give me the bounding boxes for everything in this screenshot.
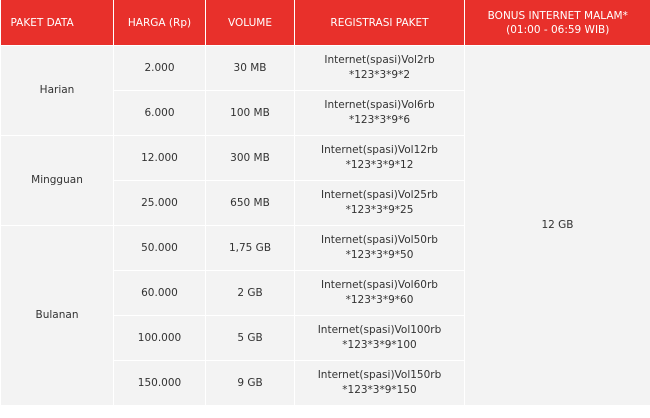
group-harian: Harian — [0, 45, 114, 136]
header-volume: VOLUME — [205, 0, 295, 46]
table-row: Harian 2.000 30 MB Internet(spasi)Vol2rb… — [0, 45, 650, 406]
volume-cell: 300 MB — [205, 135, 295, 181]
registrasi-ussd: *123*3*9*50 — [345, 249, 414, 261]
volume-cell: 30 MB — [205, 45, 295, 91]
registrasi-cell: Internet(spasi)Vol12rb *123*3*9*12 — [294, 135, 465, 181]
harga-cell: 150.000 — [113, 360, 206, 406]
header-bonus-time: (01:00 - 06:59 WIB) — [506, 23, 610, 36]
registrasi-cell: Internet(spasi)Vol2rb *123*3*9*2 — [294, 45, 465, 91]
registrasi-ussd: *123*3*9*12 — [345, 159, 414, 171]
harga-cell: 6.000 — [113, 90, 206, 136]
registrasi-cell: Internet(spasi)Vol60rb *123*3*9*60 — [294, 270, 465, 316]
volume-cell: 650 MB — [205, 180, 295, 226]
volume-cell: 9 GB — [205, 360, 295, 406]
header-harga: HARGA (Rp) — [113, 0, 206, 46]
header-bonus: BONUS INTERNET MALAM* (01:00 - 06:59 WIB… — [464, 0, 650, 46]
bonus-cell: 12 GB — [464, 45, 650, 406]
registrasi-cell: Internet(spasi)Vol100rb *123*3*9*100 — [294, 315, 465, 361]
registrasi-sms: Internet(spasi)Vol150rb — [317, 369, 442, 381]
harga-cell: 25.000 — [113, 180, 206, 226]
group-mingguan: Mingguan — [0, 135, 114, 226]
header-row: PAKET DATA HARGA (Rp) VOLUME REGISTRASI … — [0, 0, 650, 46]
header-registrasi: REGISTRASI PAKET — [294, 0, 465, 46]
harga-cell: 50.000 — [113, 225, 206, 271]
harga-cell: 2.000 — [113, 45, 206, 91]
harga-cell: 100.000 — [113, 315, 206, 361]
registrasi-sms: Internet(spasi)Vol12rb — [321, 144, 438, 156]
registrasi-sms: Internet(spasi)Vol60rb — [321, 279, 438, 291]
registrasi-cell: Internet(spasi)Vol6rb *123*3*9*6 — [294, 90, 465, 136]
registrasi-cell: Internet(spasi)Vol25rb *123*3*9*25 — [294, 180, 465, 226]
volume-cell: 2 GB — [205, 270, 295, 316]
registrasi-cell: Internet(spasi)Vol150rb *123*3*9*150 — [294, 360, 465, 406]
group-bulanan: Bulanan — [0, 225, 114, 406]
registrasi-sms: Internet(spasi)Vol6rb — [324, 99, 435, 111]
registrasi-ussd: *123*3*9*100 — [342, 339, 417, 351]
registrasi-sms: Internet(spasi)Vol25rb — [321, 189, 438, 201]
harga-cell: 60.000 — [113, 270, 206, 316]
registrasi-ussd: *123*3*9*150 — [342, 384, 417, 396]
volume-cell: 5 GB — [205, 315, 295, 361]
volume-cell: 1,75 GB — [205, 225, 295, 271]
registrasi-cell: Internet(spasi)Vol50rb *123*3*9*50 — [294, 225, 465, 271]
header-paket-data: PAKET DATA — [0, 0, 114, 46]
registrasi-ussd: *123*3*9*6 — [348, 114, 411, 126]
registrasi-ussd: *123*3*9*25 — [345, 204, 414, 216]
registrasi-sms: Internet(spasi)Vol100rb — [317, 324, 442, 336]
header-bonus-title: BONUS INTERNET MALAM* — [487, 9, 628, 22]
paket-data-table: PAKET DATA HARGA (Rp) VOLUME REGISTRASI … — [0, 0, 650, 406]
volume-cell: 100 MB — [205, 90, 295, 136]
registrasi-ussd: *123*3*9*2 — [348, 69, 411, 81]
registrasi-sms: Internet(spasi)Vol2rb — [324, 54, 435, 66]
harga-cell: 12.000 — [113, 135, 206, 181]
registrasi-sms: Internet(spasi)Vol50rb — [321, 234, 438, 246]
registrasi-ussd: *123*3*9*60 — [345, 294, 414, 306]
